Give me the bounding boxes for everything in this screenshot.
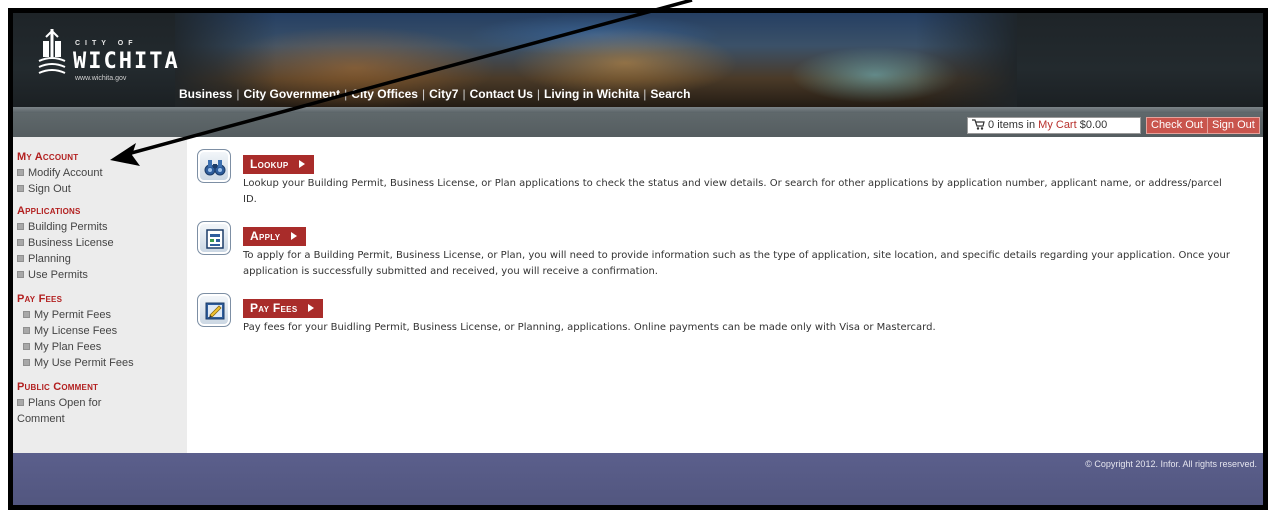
- lookup-tab[interactable]: Lookup: [243, 155, 315, 174]
- bullet-icon: [17, 239, 24, 246]
- bullet-icon: [23, 311, 30, 318]
- apply-description: To apply for a Building Permit, Business…: [243, 248, 1257, 280]
- sidebar-item-label: Use Permits: [28, 269, 88, 281]
- lookup-title: Lookup: [250, 157, 289, 171]
- sidebar-item-label: Business License: [28, 237, 114, 249]
- lookup-icon[interactable]: [197, 149, 231, 183]
- shopping-cart-icon: [972, 119, 985, 130]
- arrow-right-icon: [308, 304, 315, 312]
- sidebar-item-label: Sign Out: [28, 183, 71, 195]
- sidebar-item-label: Modify Account: [28, 167, 103, 179]
- header-banner: CITY OF WICHITA www.wichita.gov Business…: [13, 13, 1263, 107]
- footer-bottom-bar: [13, 505, 1263, 510]
- copyright-text: © Copyright 2012. Infor. All rights rese…: [1085, 459, 1257, 469]
- logo-url-text: www.wichita.gov: [75, 75, 127, 82]
- bullet-icon: [23, 343, 30, 350]
- nav-separator: |: [236, 87, 240, 101]
- lookup-description-line: Lookup your Building Permit, Business Li…: [243, 178, 1222, 189]
- nav-link-city-offices[interactable]: City Offices: [351, 87, 418, 101]
- utility-bar: 0 items in My Cart $0.00 Check Out Sign …: [13, 113, 1263, 137]
- nav-link-search[interactable]: Search: [650, 87, 690, 101]
- sidebar-item-sign-out[interactable]: Sign Out: [17, 183, 71, 195]
- nav-separator: |: [462, 87, 466, 101]
- check-out-button[interactable]: Check Out: [1146, 117, 1208, 134]
- sidebar-heading-my-account[interactable]: My Account: [17, 151, 78, 163]
- pencil-paper-icon: [205, 302, 225, 320]
- my-cart-link[interactable]: My Cart: [1038, 119, 1077, 131]
- bullet-icon: [17, 255, 24, 262]
- cart-text: items in: [997, 119, 1036, 131]
- sidebar-item-my-permit-fees[interactable]: My Permit Fees: [23, 309, 111, 321]
- sidebar-item-plans-open-for-comment-cont[interactable]: Comment: [17, 413, 65, 425]
- sidebar-item-label: Planning: [28, 253, 71, 265]
- sidebar-heading-applications[interactable]: Applications: [17, 205, 81, 217]
- keeper-of-plains-logo-icon: [38, 29, 66, 74]
- sidebar-item-plans-open-for-comment[interactable]: Plans Open for: [17, 397, 101, 409]
- nav-link-city7[interactable]: City7: [429, 87, 458, 101]
- nav-separator: |: [421, 87, 426, 101]
- bullet-icon: [17, 185, 24, 192]
- page-frame: CITY OF WICHITA www.wichita.gov Business…: [8, 8, 1268, 510]
- sidebar-item-modify-account[interactable]: Modify Account: [17, 167, 103, 179]
- arrow-right-icon: [291, 232, 298, 240]
- main-content: Lookup Lookup your Building Permit, Busi…: [187, 137, 1263, 453]
- sidebar-item-business-license[interactable]: Business License: [17, 237, 114, 249]
- apply-description-line: application is successfully submitted an…: [243, 266, 658, 277]
- nav-link-contact-us[interactable]: Contact Us: [470, 87, 533, 101]
- apply-title: Apply: [250, 229, 281, 243]
- cart-total: $0.00: [1079, 119, 1108, 131]
- lookup-description: Lookup your Building Permit, Business Li…: [243, 176, 1257, 208]
- arrow-right-icon: [299, 160, 306, 168]
- sidebar-item-label: My Use Permit Fees: [34, 357, 134, 369]
- footer: © Copyright 2012. Infor. All rights rese…: [13, 453, 1263, 505]
- apply-icon[interactable]: [197, 221, 231, 255]
- sidebar-heading-public-comment[interactable]: Public Comment: [17, 381, 98, 393]
- sidebar-item-my-license-fees[interactable]: My License Fees: [23, 325, 117, 337]
- pay-fees-description: Pay fees for your Buidling Permit, Busin…: [243, 320, 1257, 336]
- apply-description-line: To apply for a Building Permit, Business…: [243, 250, 1230, 261]
- sidebar-item-label: My License Fees: [34, 325, 118, 337]
- nav-separator: |: [643, 87, 647, 101]
- pay-fees-title: Pay Fees: [250, 301, 298, 315]
- sidebar: My Account Modify Account Sign Out Appli…: [13, 137, 187, 453]
- sidebar-item-label: My Permit Fees: [34, 309, 112, 321]
- cart-count: 0: [988, 119, 995, 131]
- binoculars-icon: [204, 160, 226, 176]
- nav-link-living-in-wichita[interactable]: Living in Wichita: [544, 87, 639, 101]
- pay-fees-icon[interactable]: [197, 293, 231, 327]
- top-navigation: Business | City Government | City Offices | Ci…: [179, 87, 690, 101]
- bullet-icon: [17, 271, 24, 278]
- cart-summary[interactable]: 0 items in My Cart $0.00: [967, 117, 1141, 134]
- apply-tab[interactable]: Apply: [243, 227, 307, 246]
- sidebar-item-planning[interactable]: Planning: [17, 253, 71, 265]
- nav-separator: |: [344, 87, 348, 101]
- sidebar-heading-pay-fees[interactable]: Pay Fees: [17, 293, 62, 305]
- bullet-icon: [17, 223, 24, 230]
- city-logo[interactable]: CITY OF WICHITA www.wichita.gov: [35, 27, 185, 89]
- pay-fees-description-line: Pay fees for your Buidling Permit, Busin…: [243, 322, 936, 333]
- lookup-description-line: ID.: [243, 194, 257, 205]
- logo-city-text: CITY OF: [75, 40, 138, 47]
- sidebar-item-label: Building Permits: [28, 221, 108, 233]
- sidebar-item-building-permits[interactable]: Building Permits: [17, 221, 107, 233]
- sign-out-button[interactable]: Sign Out: [1207, 117, 1260, 134]
- bullet-icon: [17, 169, 24, 176]
- logo-name-text: WICHITA: [73, 49, 180, 74]
- sidebar-item-my-plan-fees[interactable]: My Plan Fees: [23, 341, 101, 353]
- nav-separator: |: [536, 87, 541, 101]
- bullet-icon: [23, 359, 30, 366]
- sidebar-item-my-use-permit-fees[interactable]: My Use Permit Fees: [23, 357, 134, 369]
- bullet-icon: [17, 399, 24, 406]
- pay-fees-tab[interactable]: Pay Fees: [243, 299, 324, 318]
- sidebar-item-use-permits[interactable]: Use Permits: [17, 269, 88, 281]
- nav-link-business[interactable]: Business: [179, 87, 232, 101]
- sidebar-item-label: Plans Open for: [28, 397, 102, 409]
- bullet-icon: [23, 327, 30, 334]
- form-icon: [206, 229, 224, 249]
- sidebar-item-label: My Plan Fees: [34, 341, 102, 353]
- nav-link-city-government[interactable]: City Government: [243, 87, 340, 101]
